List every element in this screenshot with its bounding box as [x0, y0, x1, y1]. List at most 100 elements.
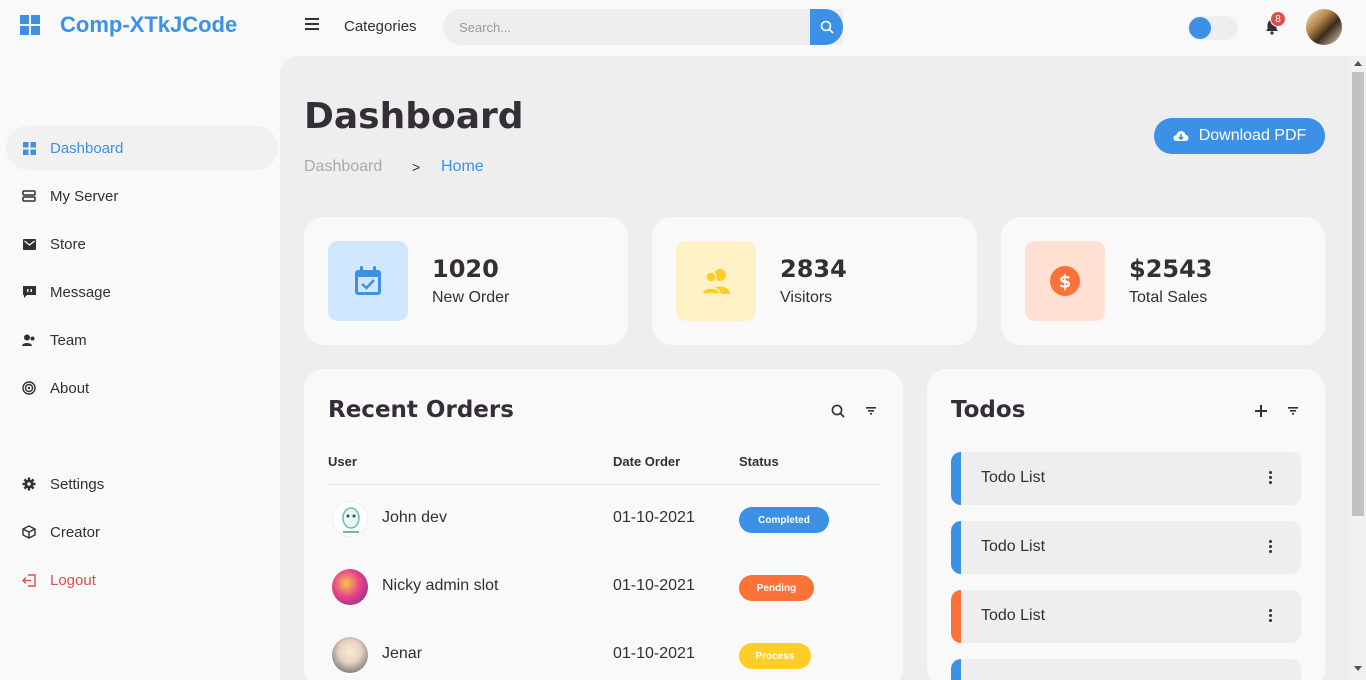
sidebar-item-store[interactable]: Store [8, 224, 276, 264]
user-avatar [332, 501, 368, 537]
dollar-circle-icon: $ [1025, 241, 1105, 321]
sidebar-item-label: Team [50, 331, 87, 349]
column-header-user: User [328, 454, 357, 469]
sidebar-item-label: My Server [50, 187, 119, 205]
brand-name: Comp-XTkJCode [60, 12, 238, 37]
more-options-icon[interactable] [1269, 540, 1273, 554]
todos-title: Todos [951, 397, 1026, 423]
windows-logo-icon [20, 15, 40, 35]
top-navbar: Comp-XTkJCode Categories 8 [0, 0, 1366, 56]
calendar-check-icon [328, 241, 408, 321]
todo-item[interactable]: Todo List [951, 452, 1301, 505]
stat-value: 2834 [780, 255, 847, 283]
sidebar-item-about[interactable]: About [8, 368, 276, 408]
search-input[interactable] [443, 9, 810, 45]
plus-icon[interactable] [1255, 405, 1267, 417]
more-options-icon[interactable] [1269, 471, 1273, 485]
sidebar-item-dashboard[interactable]: Dashboard [8, 128, 276, 168]
users-icon [676, 241, 756, 321]
todo-status-bar [951, 521, 961, 574]
column-header-date: Date Order [613, 454, 681, 469]
cloud-download-icon [1173, 131, 1189, 141]
sidebar-item-creator[interactable]: Creator [8, 512, 276, 552]
sidebar-item-label: Logout [50, 571, 96, 589]
user-name: John dev [382, 509, 447, 526]
scrollbar-thumb[interactable] [1352, 72, 1364, 516]
stat-value: $2543 [1129, 255, 1213, 283]
sidebar-item-message[interactable]: Message [8, 272, 276, 312]
about-icon [22, 381, 36, 395]
search-icon [820, 20, 834, 34]
sidebar-item-team[interactable]: Team [8, 320, 276, 360]
sidebar-item-label: Store [50, 235, 86, 253]
stat-card-new-order: 1020 New Order [304, 217, 628, 345]
dashboard-icon [22, 141, 36, 155]
order-date: 01-10-2021 [613, 577, 695, 594]
stat-card-total-sales: $ $2543 Total Sales [1001, 217, 1325, 345]
sidebar-item-label: Dashboard [50, 139, 124, 157]
todo-status-bar [951, 452, 961, 505]
toggle-knob [1189, 17, 1211, 39]
sidebar-item-settings[interactable]: Settings [8, 464, 276, 504]
categories-link[interactable]: Categories [344, 18, 417, 35]
user-name: Nicky admin slot [382, 577, 499, 594]
cube-icon [22, 525, 36, 539]
more-options-icon[interactable] [1269, 609, 1273, 623]
page-title: Dashboard [304, 96, 524, 137]
stat-value: 1020 [432, 255, 499, 283]
todo-item[interactable]: Todo List [951, 521, 1301, 574]
store-icon [22, 237, 36, 251]
column-header-status: Status [739, 454, 779, 469]
sidebar-item-my-server[interactable]: My Server [8, 176, 276, 216]
sidebar-item-logout[interactable]: Logout [8, 560, 276, 600]
scrollbar[interactable] [1350, 56, 1366, 680]
breadcrumb-separator: > [412, 159, 421, 175]
table-row[interactable]: Nicky admin slot 01-10-2021 Pending [328, 563, 879, 611]
search-button[interactable] [810, 9, 843, 45]
sidebar-item-label: Settings [50, 475, 105, 493]
server-icon [22, 189, 36, 203]
status-badge: Pending [739, 575, 814, 601]
download-pdf-button[interactable]: Download PDF [1154, 118, 1325, 154]
brand[interactable]: Comp-XTkJCode [20, 12, 237, 38]
todo-item[interactable]: Todo List [951, 590, 1301, 643]
todo-label: Todo List [981, 538, 1046, 555]
recent-orders-title: Recent Orders [328, 397, 514, 423]
svg-text:$: $ [1059, 272, 1072, 293]
profile-avatar[interactable] [1306, 9, 1342, 45]
download-pdf-label: Download PDF [1198, 127, 1307, 144]
team-icon [22, 333, 36, 347]
recent-orders-panel: Recent Orders User Date Order Status Joh… [304, 369, 903, 680]
todos-panel: Todos Todo List Todo List Todo List [927, 369, 1325, 680]
scroll-up-arrow-icon[interactable] [1354, 61, 1362, 66]
sidebar-item-label: Creator [50, 523, 101, 541]
filter-icon[interactable] [1288, 407, 1298, 415]
status-badge: Process [739, 643, 811, 669]
status-badge: Completed [739, 507, 829, 533]
filter-icon[interactable] [866, 407, 876, 415]
todo-label: Todo List [981, 607, 1046, 624]
sidebar-item-label: Message [50, 283, 111, 301]
gear-icon [22, 477, 36, 491]
stat-label: Total Sales [1129, 289, 1208, 306]
todo-label: Todo List [981, 469, 1046, 486]
order-date: 01-10-2021 [613, 509, 695, 526]
stat-label: Visitors [780, 289, 833, 306]
breadcrumb-home[interactable]: Home [441, 158, 484, 176]
table-row[interactable]: John dev 01-10-2021 Completed [328, 495, 879, 543]
header-divider [328, 484, 879, 485]
order-date: 01-10-2021 [613, 645, 695, 662]
stat-label: New Order [432, 289, 510, 306]
scroll-down-arrow-icon[interactable] [1354, 666, 1362, 671]
search-form [443, 9, 843, 45]
menu-icon[interactable] [305, 18, 319, 30]
search-icon[interactable] [831, 404, 845, 418]
todo-item[interactable] [951, 659, 1301, 680]
breadcrumb-dashboard[interactable]: Dashboard [304, 158, 382, 176]
todo-status-bar [951, 659, 961, 680]
dark-mode-toggle[interactable] [1188, 16, 1238, 40]
table-row[interactable]: Jenar 01-10-2021 Process [328, 631, 879, 679]
sidebar-item-label: About [50, 379, 90, 397]
user-avatar [332, 569, 368, 605]
todo-status-bar [951, 590, 961, 643]
